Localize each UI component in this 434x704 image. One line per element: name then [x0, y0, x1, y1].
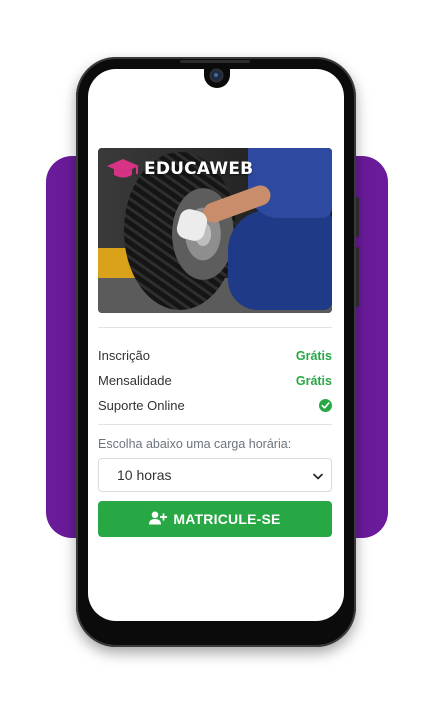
- phone-speaker: [180, 60, 250, 63]
- brand-name: EDUCAWEB: [144, 159, 254, 179]
- pricing-list: Inscrição Grátis Mensalidade Grátis Supo…: [98, 343, 332, 418]
- graduation-cap-icon: [106, 157, 140, 181]
- brand-logo: EDUCAWEB: [106, 157, 253, 181]
- pricing-label: Mensalidade: [98, 373, 172, 388]
- user-plus-icon: [149, 511, 168, 528]
- pricing-value: Grátis: [295, 348, 332, 363]
- course-banner: EDUCAWEB: [98, 148, 332, 313]
- pricing-row-inscricao: Inscrição Grátis: [98, 343, 332, 368]
- power-button: [356, 247, 359, 307]
- hours-label: Escolha abaixo uma carga horária:: [98, 437, 292, 451]
- hours-select[interactable]: 10 horas: [98, 458, 332, 492]
- enroll-button[interactable]: MATRICULE-SE: [98, 501, 332, 537]
- front-camera: [211, 70, 222, 81]
- check-circle-icon: [319, 399, 332, 412]
- hours-selected-value: 10 horas: [117, 467, 172, 483]
- course-card: EDUCAWEB Inscrição Grátis Mensalidade Gr…: [98, 148, 332, 537]
- pricing-row-mensalidade: Mensalidade Grátis: [98, 368, 332, 393]
- chevron-down-icon: [313, 467, 323, 483]
- pricing-row-suporte: Suporte Online: [98, 393, 332, 418]
- pricing-label: Suporte Online: [98, 398, 185, 413]
- enroll-button-label: MATRICULE-SE: [173, 511, 281, 527]
- pricing-label: Inscrição: [98, 348, 151, 363]
- volume-button: [356, 197, 359, 237]
- pricing-value: Grátis: [295, 373, 332, 388]
